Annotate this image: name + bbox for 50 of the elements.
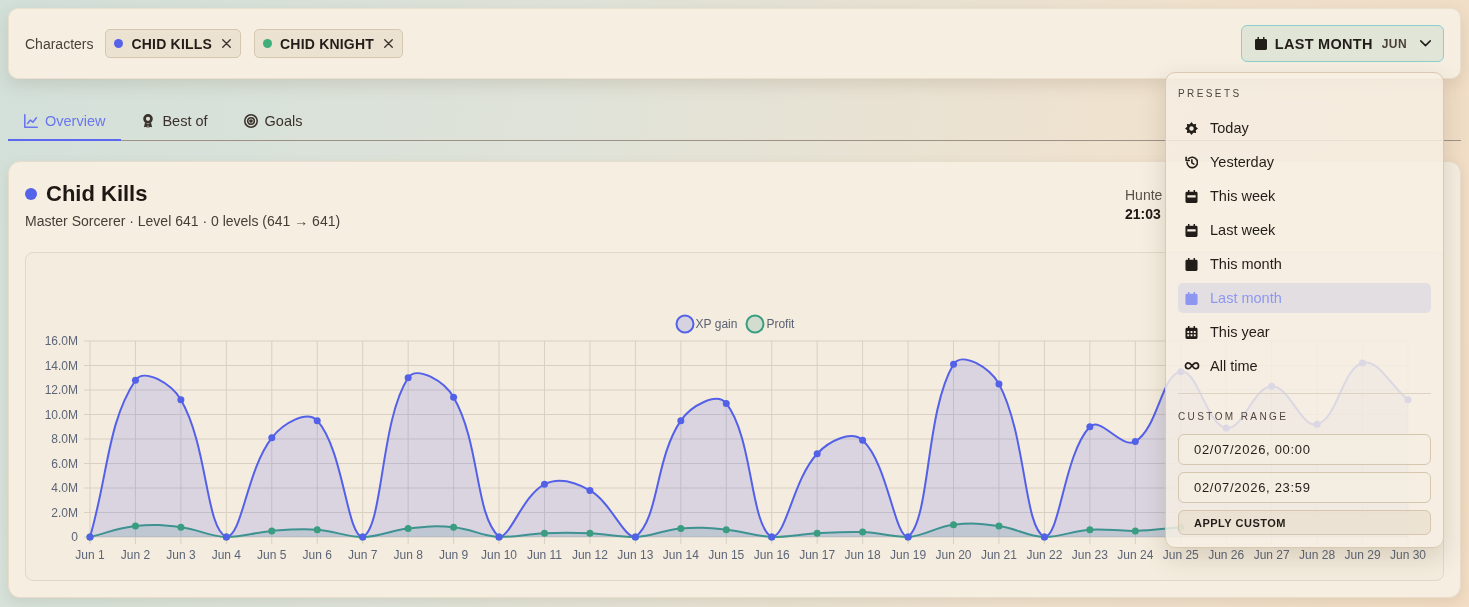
x-axis-label: Jun 7 (348, 548, 378, 562)
x-axis-label: Jun 6 (302, 548, 332, 562)
menu-heading: CUSTOM RANGE (1178, 410, 1289, 424)
x-axis-label: Jun 13 (617, 548, 654, 562)
x-axis-label: Jun 22 (1026, 548, 1063, 562)
x-axis-label: Jun 25 (1162, 548, 1199, 562)
y-axis-label: 8.0M (51, 432, 78, 446)
x-axis-label: Jun 12 (571, 548, 608, 562)
y-axis-label: 14.0M (44, 358, 78, 373)
x-axis-label: Jun 17 (799, 548, 836, 562)
x-axis-label: Jun 29 (1344, 548, 1381, 562)
x-axis-label: Jun 2 (120, 548, 151, 562)
stat-label: Hunte (1125, 187, 1163, 204)
x-axis-label: Jun 4 (211, 548, 241, 562)
y-axis-label: 10.0M (44, 407, 78, 422)
stat-value: 21:03 (1125, 206, 1161, 223)
legend-label: XP gain (695, 317, 738, 331)
x-axis-label: Jun 9 (438, 548, 469, 562)
x-axis-label: Jun 23 (1071, 548, 1108, 562)
y-axis-label: 0 (71, 530, 78, 544)
filter-label: Characters (25, 35, 94, 52)
x-axis-label: Jun 14 (662, 548, 699, 562)
y-axis-label: 2.0M (51, 505, 78, 520)
x-axis-label: Jun 28 (1299, 548, 1336, 562)
x-axis-label: Jun 26 (1208, 548, 1245, 562)
y-axis-label: 12.0M (44, 383, 78, 397)
x-axis-label: Jun 21 (980, 548, 1017, 562)
x-axis-label: Jun 10 (481, 548, 518, 562)
x-axis-label: Jun 24 (1117, 548, 1154, 562)
x-axis-label: Jun 5 (257, 548, 287, 562)
character-name: CHID KILLS (131, 35, 213, 52)
x-axis-label: Jun 1 (75, 548, 105, 562)
y-axis-label: 6.0M (51, 456, 78, 471)
y-axis-label: 16.0M (44, 335, 78, 348)
x-axis-label: Jun 3 (166, 548, 196, 562)
x-axis-label: Jun 11 (526, 548, 563, 562)
x-axis-label: Jun 16 (753, 548, 790, 562)
character-title: Chid Kills (46, 181, 148, 207)
x-axis-label: Jun 27 (1253, 548, 1290, 562)
legend-label: Profit (766, 317, 795, 331)
menu-heading: PRESETS (1178, 87, 1242, 101)
x-axis-label: Jun 30 (1390, 548, 1426, 562)
character-subtitle: Master Sorcerer · Level 641 · 0 levels (641 → 641) (25, 212, 341, 230)
x-axis-label: Jun 18 (844, 548, 881, 562)
x-axis-label: Jun 8 (393, 548, 423, 562)
character-name: CHID KNIGHT (280, 35, 374, 52)
y-axis-label: 4.0M (51, 481, 78, 495)
x-axis-label: Jun 15 (708, 548, 745, 562)
x-axis-label: Jun 19 (890, 548, 927, 562)
x-axis-label: Jun 20 (935, 548, 972, 562)
